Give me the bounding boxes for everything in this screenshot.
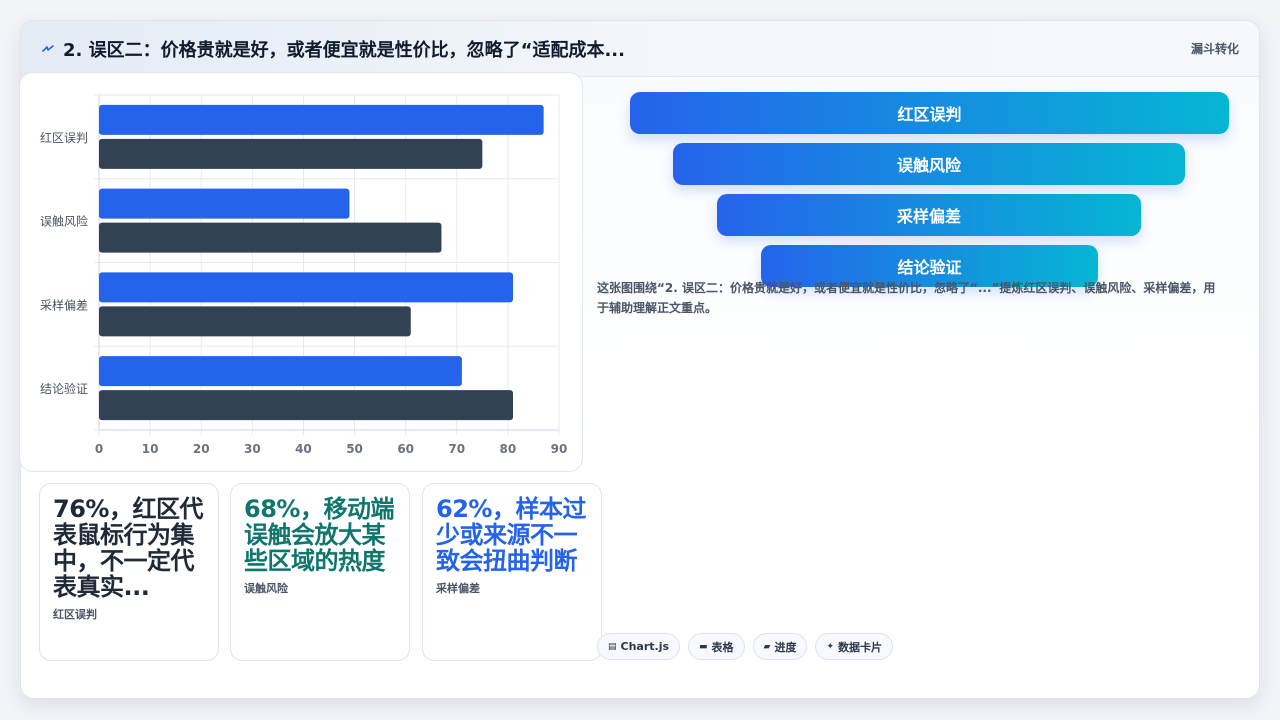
lightning-icon (42, 45, 54, 52)
chip-label: 数据卡片 (838, 640, 883, 654)
x-tick-label: 0 (95, 442, 103, 456)
x-tick-label: 20 (193, 442, 210, 456)
bar-series-2 (99, 390, 513, 421)
x-tick-label: 10 (142, 442, 159, 456)
bar-chart-panel: 0 10 20 30 40 50 60 70 80 90 红区误判误触风险采样偏差结论验证 (19, 72, 583, 472)
bar-series-1 (99, 272, 513, 303)
stat-value: 76%，红区代表鼠标行为集中，不一定代表真实... (53, 495, 203, 601)
bar-series-2 (99, 306, 411, 337)
stat-card-red-zone: 76%，红区代表鼠标行为集中，不一定代表真实... 红区误判 (39, 483, 219, 661)
bar-series-2 (99, 138, 483, 169)
bar-series-2 (99, 222, 442, 253)
funnel-step-2: 误触风险 (673, 143, 1185, 185)
funnel-step-3: 采样偏差 (717, 194, 1141, 236)
y-tick-label: 误触风险 (40, 214, 88, 229)
page-title: 2. 误区二：价格贵就是好，或者便宜就是性价比，忽略了“适配成本... (63, 40, 625, 61)
progress-icon: ▰ (763, 641, 771, 652)
chip-label: Chart.js (620, 640, 670, 653)
x-tick-label: 70 (448, 442, 465, 456)
chart-description: 这张图围绕“2. 误区二：价格贵就是好，或者便宜就是性价比，忽略了“...”提炼… (597, 281, 1216, 315)
stat-label: 误触风险 (244, 582, 288, 595)
tech-chips: ▤ Chart.js ▬ 表格 ▰ 进度 ✦ 数据卡片 (597, 633, 894, 660)
funnel-step-1: 红区误判 (630, 92, 1229, 134)
bar-series-1 (99, 104, 544, 135)
bar-series-1 (99, 356, 462, 387)
stat-card-sampling: 62%，样本过少或来源不一致会扭曲判断 采样偏差 (422, 483, 602, 661)
slide-header: 2. 误区二：价格贵就是好，或者便宜就是性价比，忽略了“适配成本... 漏斗转化 (21, 21, 1259, 77)
y-tick-label: 红区误判 (40, 130, 88, 145)
bar-chart: 0 10 20 30 40 50 60 70 80 90 红区误判误触风险采样偏差结论验证 (40, 94, 568, 456)
stat-label: 红区误判 (53, 608, 97, 621)
chip-data-card[interactable]: ✦ 数据卡片 (815, 633, 894, 660)
stat-value: 68%，移动端误触会放大某些区域的热度 (244, 495, 394, 575)
bar-series-1 (99, 188, 350, 219)
stat-value: 62%，样本过少或来源不一致会扭曲判断 (436, 495, 586, 575)
chip-label: 进度 (774, 640, 797, 654)
table-icon: ▬ (699, 641, 708, 652)
y-tick-label: 结论验证 (40, 381, 88, 396)
chart-icon: ▤ (608, 641, 617, 652)
x-tick-label: 60 (397, 442, 414, 456)
x-tick-label: 30 (244, 442, 261, 456)
stat-label: 采样偏差 (436, 582, 480, 595)
x-tick-label: 90 (551, 442, 568, 456)
y-tick-label: 采样偏差 (40, 297, 88, 312)
sparkle-icon: ✦ (826, 641, 835, 652)
chart-type-tag: 漏斗转化 (1190, 42, 1239, 56)
stat-card-mistouch: 68%，移动端误触会放大某些区域的热度 误触风险 (230, 483, 410, 661)
chip-chartjs[interactable]: ▤ Chart.js (597, 633, 681, 660)
x-tick-label: 80 (500, 442, 517, 456)
chip-progress[interactable]: ▰ 进度 (752, 633, 808, 660)
chip-label: 表格 (711, 640, 734, 654)
x-tick-label: 50 (346, 442, 363, 456)
x-tick-label: 40 (295, 442, 312, 456)
chip-table[interactable]: ▬ 表格 (688, 633, 745, 660)
